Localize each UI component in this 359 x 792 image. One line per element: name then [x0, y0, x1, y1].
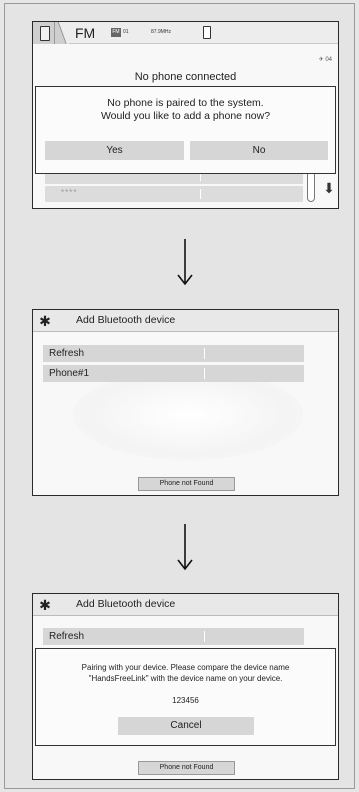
cancel-button[interactable]: Cancel [118, 717, 254, 735]
dialog-line-2: Would you like to add a phone now? [100, 110, 271, 122]
device-label: Phone#1 [49, 368, 90, 379]
preset-number: 01 [123, 29, 129, 35]
no-button[interactable]: No [190, 141, 328, 160]
dialog-message: No phone is paired to the system. Would … [36, 97, 335, 123]
gear-icon: ✱ [39, 313, 51, 329]
audio-header-bar: FM FM 01 87.9MHz [33, 22, 338, 44]
page-title: Add Bluetooth device [76, 598, 176, 610]
pairing-dialog: Pairing with your device. Please compare… [35, 648, 336, 746]
band-label: FM [75, 25, 96, 41]
signal-icon: ✈︎ [318, 57, 324, 63]
yes-button[interactable]: Yes [45, 141, 184, 160]
pairing-code: 123456 [172, 696, 199, 705]
device-item-phone1[interactable]: Phone#1 [43, 365, 304, 382]
screen-header: ✱ Add Bluetooth device [33, 310, 338, 332]
dialog-line-1: Pairing with your device. Please compare… [81, 663, 290, 672]
screen-no-phone: FM FM 01 87.9MHz ✈︎ 04 No phone connecte… [32, 21, 339, 209]
dialog-message: Pairing with your device. Please compare… [36, 662, 335, 684]
refresh-item[interactable]: Refresh [43, 628, 304, 645]
preset-badge: FM [111, 28, 121, 37]
refresh-label: Refresh [49, 348, 85, 359]
gear-icon: ✱ [39, 597, 51, 613]
phone-status-icon [203, 26, 211, 39]
status-indicator: ✈︎ 04 [319, 56, 332, 63]
masked-entry: **** [61, 188, 78, 197]
phone-not-found-button[interactable]: Phone not Found [138, 761, 235, 775]
status-value: 04 [325, 57, 332, 63]
no-phone-connected-label: No phone connected [134, 71, 237, 83]
dialog-line-2: "HandsFreeLink" with the device name on … [88, 674, 283, 683]
refresh-item[interactable]: Refresh [43, 345, 304, 362]
frequency-label: 87.9MHz [151, 29, 172, 35]
add-phone-dialog: No phone is paired to the system. Would … [35, 86, 336, 174]
page-title: Add Bluetooth device [76, 314, 176, 326]
double-chevron-down-icon[interactable]: ⬇ [321, 180, 337, 196]
down-arrow-icon [177, 239, 193, 286]
phone-icon[interactable] [33, 22, 55, 44]
screen-header: ✱ Add Bluetooth device [33, 594, 338, 616]
down-arrow-icon [177, 524, 193, 571]
phone-not-found-button[interactable]: Phone not Found [138, 477, 235, 491]
screen-pairing: ✱ Add Bluetooth device Refresh Pairing w… [32, 593, 339, 780]
screen-add-bluetooth: ✱ Add Bluetooth device Refresh Phone#1 P… [32, 309, 339, 496]
tab-divider [55, 22, 69, 44]
refresh-label: Refresh [49, 631, 85, 642]
background-glow [73, 370, 303, 460]
dialog-line-1: No phone is paired to the system. [107, 97, 264, 109]
list-item[interactable]: **** [45, 186, 303, 202]
